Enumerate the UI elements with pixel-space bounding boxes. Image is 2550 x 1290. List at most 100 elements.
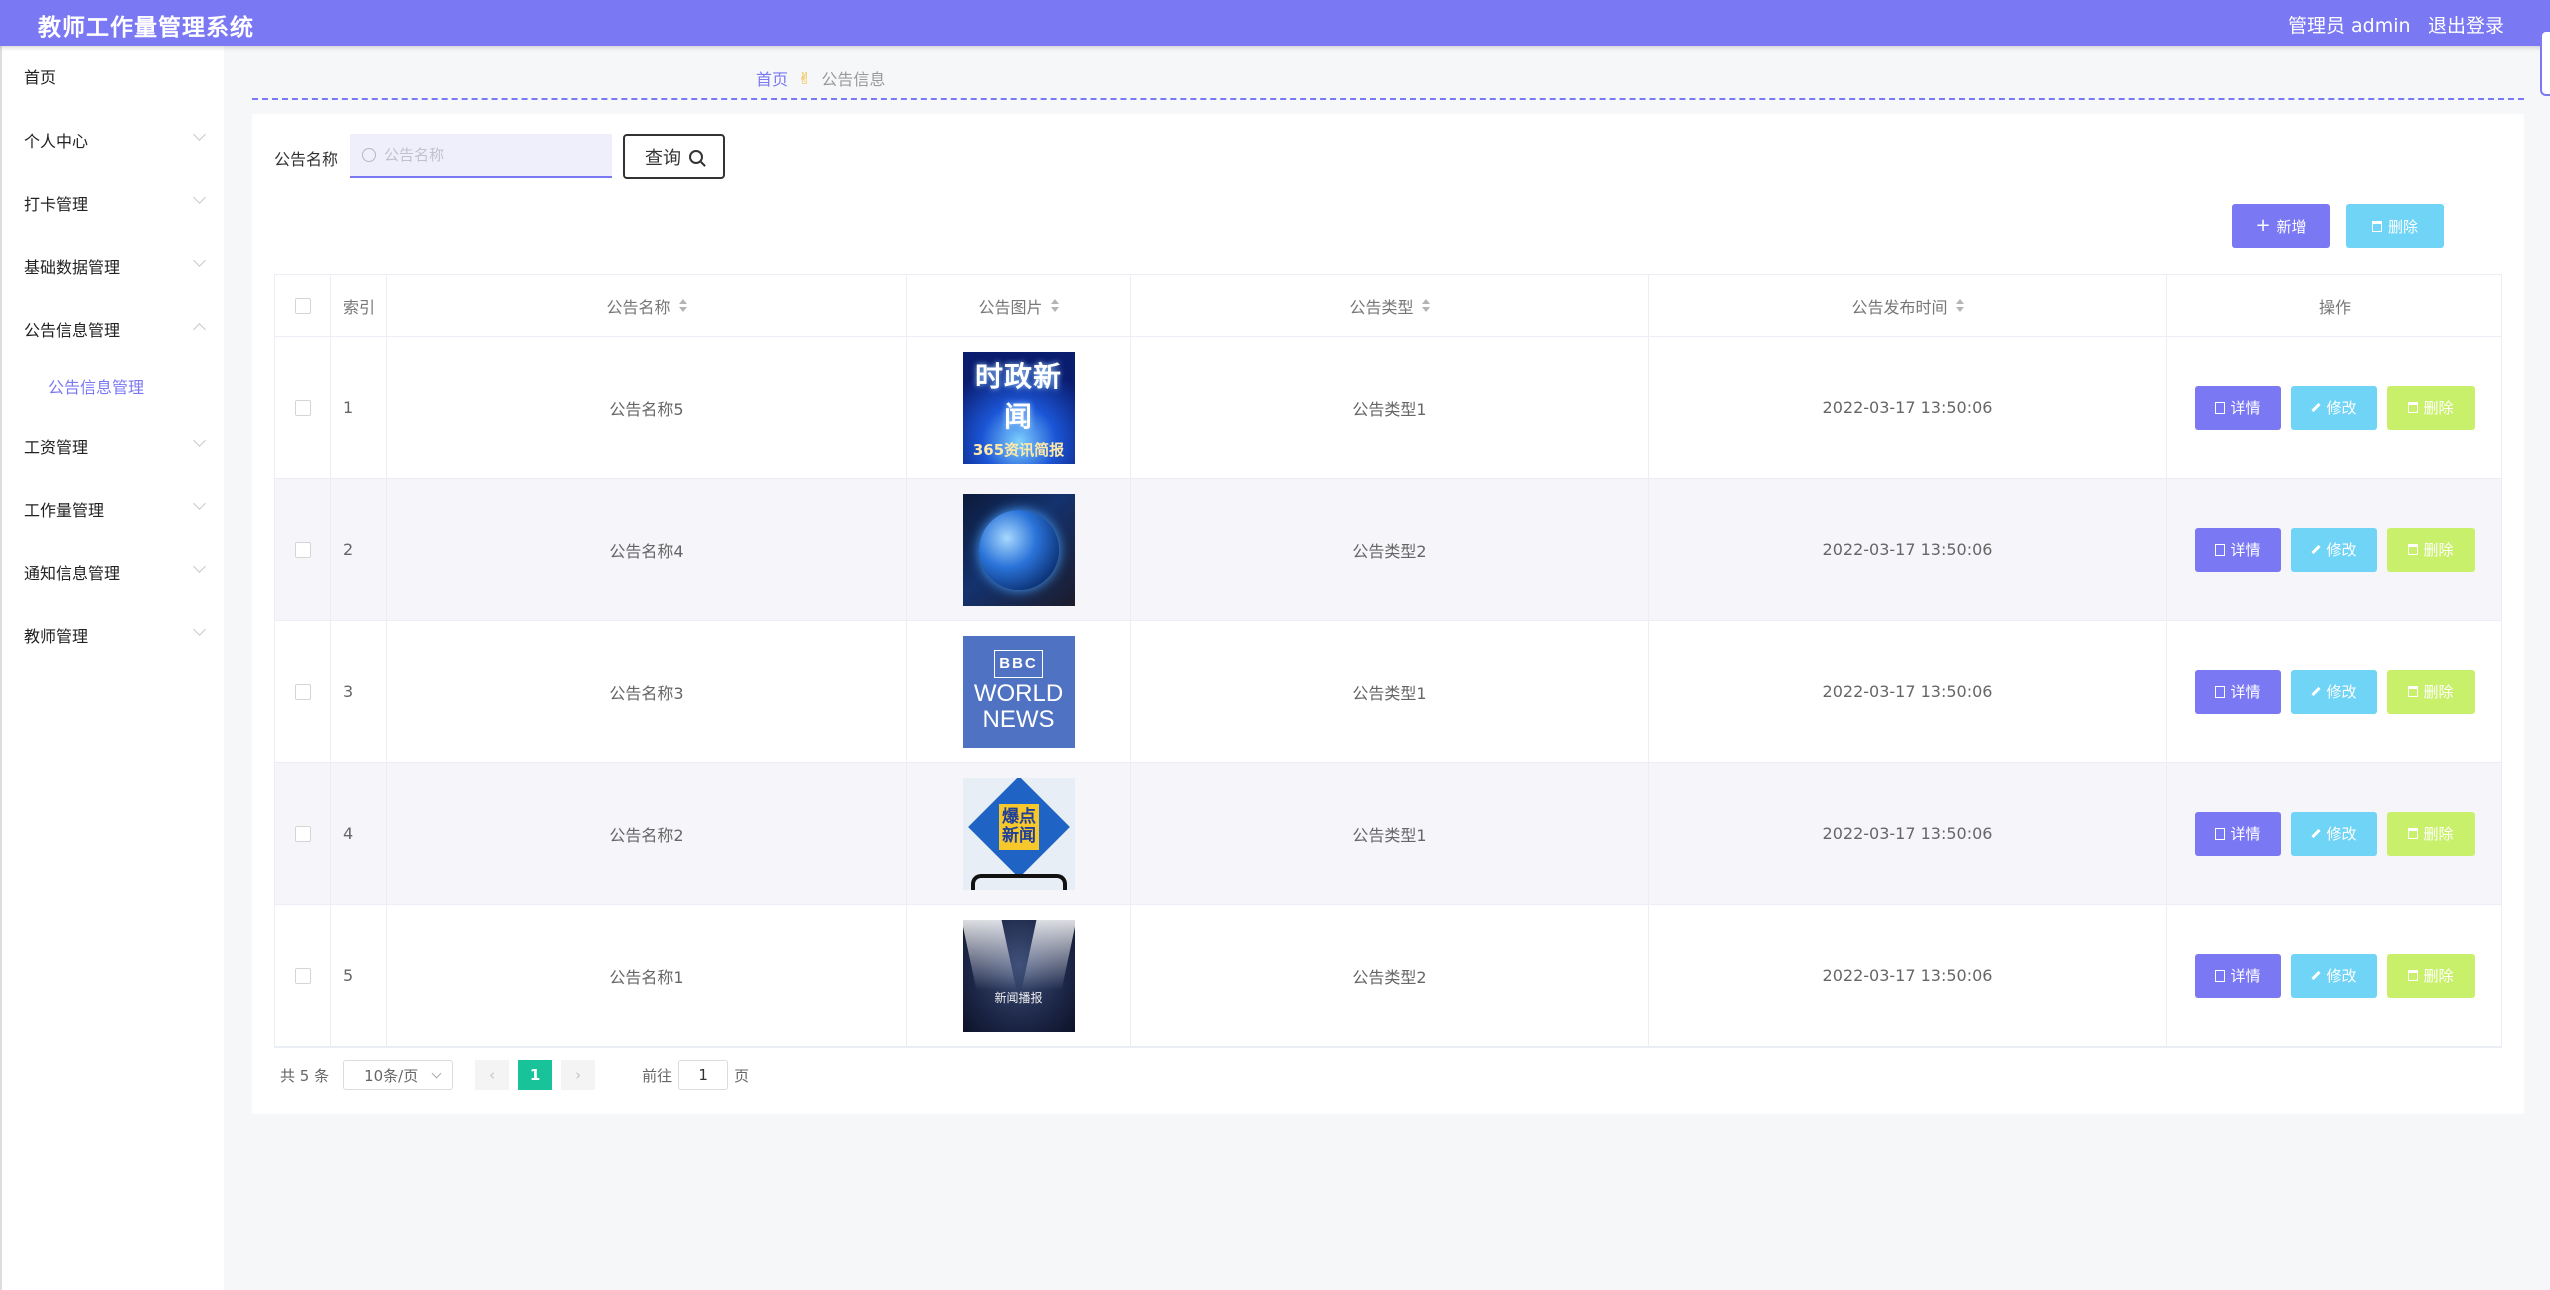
edit-button[interactable]: 修改 <box>2291 385 2377 430</box>
row-time: 2022-03-17 13:50:06 <box>1649 479 2167 620</box>
edit-button[interactable]: 修改 <box>2291 953 2377 998</box>
chevron-down-icon <box>193 254 206 267</box>
row-actions: 详情 修改 删除 <box>2167 621 2503 762</box>
row-checkbox-cell <box>275 479 331 620</box>
table-row: 5 公告名称1 新闻播报 公告类型2 2022-03-17 13:50:06 详… <box>275 905 2501 1047</box>
sidebar-item-salary[interactable]: 工资管理 <box>24 434 206 458</box>
document-icon <box>2215 827 2226 840</box>
delete-button[interactable]: 删除 <box>2387 953 2475 998</box>
search-icon <box>689 149 703 164</box>
detail-label: 详情 <box>2230 683 2261 701</box>
search-button-label: 查询 <box>645 147 681 169</box>
detail-button[interactable]: 详情 <box>2195 953 2281 998</box>
sidebar-subitem-announcements[interactable]: 公告信息管理 <box>48 374 144 398</box>
row-image-cell: 爆点 新闻 <box>907 763 1131 904</box>
sort-icon[interactable] <box>678 299 687 312</box>
sidebar-item-notifications[interactable]: 通知信息管理 <box>24 560 206 584</box>
header-image[interactable]: 公告图片 <box>907 275 1131 336</box>
row-type: 公告类型1 <box>1131 763 1649 904</box>
announcement-image[interactable]: BBC WORLD NEWS <box>962 635 1075 748</box>
search-button[interactable]: 查询 <box>623 134 725 179</box>
sidebar-item-workload[interactable]: 工作量管理 <box>24 497 206 521</box>
detail-button[interactable]: 详情 <box>2195 527 2281 572</box>
thumb-text: 爆点 新闻 <box>998 803 1039 850</box>
sidebar-item-announcements[interactable]: 公告信息管理 <box>24 317 206 341</box>
delete-button[interactable]: 删除 <box>2387 811 2475 856</box>
edit-button[interactable]: 修改 <box>2291 527 2377 572</box>
search-label: 公告名称 <box>274 150 339 169</box>
search-input[interactable] <box>350 134 612 178</box>
breadcrumb-divider <box>252 98 2524 100</box>
plus-icon: + <box>2255 215 2271 236</box>
goto-label: 前往 <box>642 1066 673 1085</box>
add-button[interactable]: + 新增 <box>2232 204 2330 248</box>
sidebar-item-checkin[interactable]: 打卡管理 <box>24 191 206 215</box>
breadcrumb-home[interactable]: 首页 <box>756 66 788 90</box>
header-time[interactable]: 公告发布时间 <box>1649 275 2167 336</box>
delete-button[interactable]: 删除 <box>2387 669 2475 714</box>
row-image-cell: BBC WORLD NEWS <box>907 621 1131 762</box>
announcement-image[interactable]: 新闻播报 <box>962 919 1075 1032</box>
delete-button[interactable]: 删除 <box>2387 385 2475 430</box>
row-name: 公告名称2 <box>387 763 907 904</box>
pencil-icon <box>2311 686 2322 697</box>
edit-button[interactable]: 修改 <box>2291 669 2377 714</box>
breadcrumb-separator-icon: ✌ <box>798 68 812 88</box>
row-type: 公告类型1 <box>1131 621 1649 762</box>
bulk-delete-label: 删除 <box>2387 217 2418 236</box>
page-size-select[interactable]: 10条/页 <box>343 1060 454 1090</box>
header-name[interactable]: 公告名称 <box>387 275 907 336</box>
edit-button[interactable]: 修改 <box>2291 811 2377 856</box>
header-time-label: 公告发布时间 <box>1851 297 1948 317</box>
goto-page-input[interactable] <box>678 1060 729 1090</box>
sort-icon[interactable] <box>1050 299 1059 312</box>
detail-label: 详情 <box>2230 967 2261 985</box>
bulk-delete-button[interactable]: 删除 <box>2346 204 2444 248</box>
delete-button[interactable]: 删除 <box>2387 527 2475 572</box>
row-index: 2 <box>331 479 387 620</box>
thumb-text: 时政新闻 <box>974 360 1062 433</box>
pencil-icon <box>2311 402 2322 413</box>
announcement-image[interactable]: 时政新闻 365资讯简报 <box>962 351 1075 464</box>
row-checkbox[interactable] <box>294 967 311 984</box>
next-page-button[interactable]: › <box>561 1060 596 1090</box>
trash-icon <box>2408 402 2419 413</box>
sidebar-item-teachers[interactable]: 教师管理 <box>24 623 206 647</box>
delete-label: 删除 <box>2423 399 2454 417</box>
table-row: 1 公告名称5 时政新闻 365资讯简报 公告类型1 2022-03-17 13… <box>275 337 2501 479</box>
detail-button[interactable]: 详情 <box>2195 669 2281 714</box>
sort-icon[interactable] <box>1421 299 1430 312</box>
sort-icon[interactable] <box>1955 299 1964 312</box>
row-image-cell <box>907 479 1131 620</box>
side-drawer-handle[interactable] <box>2540 30 2550 96</box>
trash-icon <box>2408 686 2419 697</box>
edit-label: 修改 <box>2326 825 2357 843</box>
news-badge-icon: 爆点 新闻 <box>967 777 1070 878</box>
row-actions: 详情 修改 删除 <box>2167 763 2503 904</box>
thumb-text: NEWS <box>982 706 1055 733</box>
document-icon <box>2215 969 2226 982</box>
chevron-down-icon <box>193 623 206 636</box>
bbc-logo: BBC <box>994 650 1043 678</box>
header-name-label: 公告名称 <box>606 297 671 317</box>
app-title: 教师工作量管理系统 <box>38 15 254 41</box>
logout-link[interactable]: 退出登录 <box>2428 11 2504 38</box>
select-all-checkbox[interactable] <box>294 297 311 314</box>
prev-page-button[interactable]: ‹ <box>475 1060 510 1090</box>
announcement-image[interactable] <box>962 493 1075 606</box>
page-number-current[interactable]: 1 <box>518 1060 553 1090</box>
row-actions: 详情 修改 删除 <box>2167 479 2503 620</box>
row-checkbox-cell <box>275 763 331 904</box>
detail-button[interactable]: 详情 <box>2195 385 2281 430</box>
detail-button[interactable]: 详情 <box>2195 811 2281 856</box>
row-checkbox[interactable] <box>294 541 311 558</box>
announcement-image[interactable]: 爆点 新闻 <box>962 777 1075 890</box>
row-name: 公告名称5 <box>387 337 907 478</box>
sidebar-item-personal-center[interactable]: 个人中心 <box>24 128 206 152</box>
header-type[interactable]: 公告类型 <box>1131 275 1649 336</box>
sidebar-item-basic-data[interactable]: 基础数据管理 <box>24 254 206 278</box>
sidebar-item-home[interactable]: 首页 <box>24 64 204 88</box>
row-checkbox[interactable] <box>294 825 311 842</box>
row-checkbox[interactable] <box>294 683 311 700</box>
row-checkbox[interactable] <box>294 399 311 416</box>
